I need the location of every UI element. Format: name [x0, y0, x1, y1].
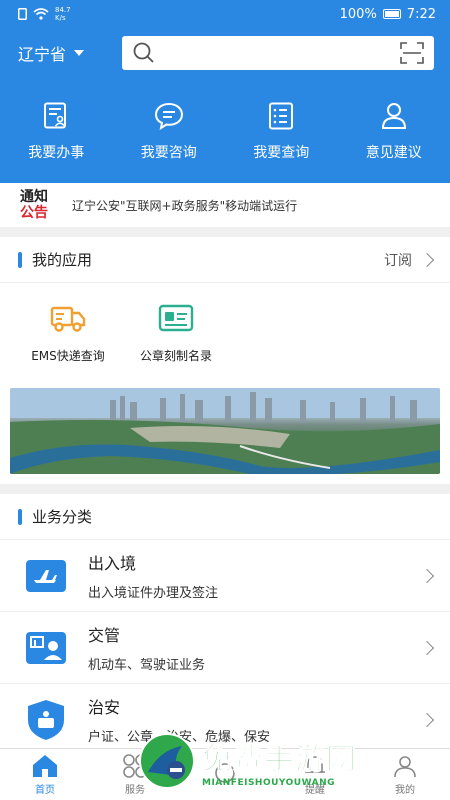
province-selector[interactable]: 辽宁省	[18, 41, 122, 65]
business-title: 出入境	[88, 554, 137, 573]
section-marker	[18, 251, 22, 268]
section-title: 我的应用	[32, 251, 93, 269]
quick-action-label: 我要咨询	[140, 145, 197, 161]
chat-bubble-icon	[154, 102, 183, 130]
business-title: 治安	[88, 698, 121, 717]
banner-container	[0, 378, 450, 484]
police-badge-icon	[28, 699, 64, 740]
tab-home[interactable]: 首页	[15, 754, 75, 796]
chevron-down-icon	[74, 50, 85, 56]
city-banner-image[interactable]	[10, 388, 440, 474]
person-icon	[381, 103, 406, 129]
business-item-traffic[interactable]: 交管 机动车、驾驶证业务	[0, 612, 450, 684]
status-bar: 84.7 K/s 100% 7:22	[0, 0, 450, 28]
search-input[interactable]	[122, 36, 434, 70]
notice-bar[interactable]: 通知 公告 辽宁公安"互联网+政务服务"移动端试运行	[0, 183, 450, 227]
scan-icon[interactable]	[400, 42, 424, 64]
clock: 7:22	[406, 6, 436, 22]
subscribe-link[interactable]: 订阅	[384, 250, 435, 270]
app-label: EMS快递查询	[31, 349, 105, 363]
list-search-icon	[269, 102, 294, 130]
app-seal-directory[interactable]: 公章刻制名录	[128, 303, 224, 364]
header: 84.7 K/s 100% 7:22 辽宁省 我要办事 我要咨询 我要查询 意见…	[0, 0, 450, 183]
quick-action-label: 意见建议	[365, 145, 422, 161]
quick-action-label: 我要办事	[28, 145, 85, 161]
quick-action-query[interactable]: 我要查询	[227, 102, 335, 162]
province-label: 辽宁省	[18, 45, 67, 64]
section-title: 业务分类	[32, 508, 93, 526]
sim-icon	[18, 8, 27, 20]
quick-action-feedback[interactable]: 意见建议	[340, 102, 448, 162]
network-speed: 84.7 K/s	[55, 6, 71, 22]
section-marker	[18, 508, 22, 525]
traffic-id-icon	[26, 631, 66, 664]
business-section: 业务分类 出入境 出入境证件办理及签注 交管 机动车、驾驶证业务 治安 户证、公…	[0, 494, 450, 756]
notice-logo: 通知 公告	[20, 189, 48, 221]
app-label: 公章刻制名录	[139, 349, 212, 363]
watermark-subtitle: MIANFEISHOUYOUWANG	[202, 778, 335, 788]
notice-text: 辽宁公安"互联网+政务服务"移动端试运行	[72, 198, 298, 213]
battery-percent: 100%	[339, 6, 377, 22]
chevron-right-icon	[419, 568, 435, 583]
quick-action-label: 我要查询	[253, 145, 310, 161]
watermark: 免费手游网 MIANFEISHOUYOUWANG	[138, 730, 438, 792]
business-item-entry-exit[interactable]: 出入境 出入境证件办理及签注	[0, 540, 450, 612]
tab-label: 首页	[35, 784, 55, 796]
business-subtitle: 机动车、驾驶证业务	[88, 658, 206, 673]
quick-action-apply[interactable]: 我要办事	[2, 102, 110, 162]
delivery-truck-icon	[50, 306, 86, 332]
home-icon	[33, 754, 57, 777]
business-title: 交管	[88, 626, 121, 645]
wifi-icon	[33, 8, 49, 20]
watermark-title: 免费手游网	[202, 742, 357, 778]
watermark-logo-icon	[139, 733, 195, 789]
airplane-icon	[26, 559, 66, 592]
app-ems-tracking[interactable]: EMS快递查询	[20, 303, 116, 364]
quick-action-consult[interactable]: 我要咨询	[115, 102, 223, 162]
battery-icon	[382, 9, 401, 19]
my-apps-section: 我的应用 订阅 EMS快递查询 公章刻制名录	[0, 237, 450, 378]
chevron-right-icon	[419, 712, 435, 727]
chevron-right-icon	[419, 640, 435, 655]
document-user-icon	[44, 102, 67, 129]
search-icon	[133, 42, 154, 63]
id-card-icon	[158, 304, 194, 332]
business-subtitle: 出入境证件办理及签注	[88, 586, 219, 601]
chevron-right-icon	[419, 252, 435, 267]
